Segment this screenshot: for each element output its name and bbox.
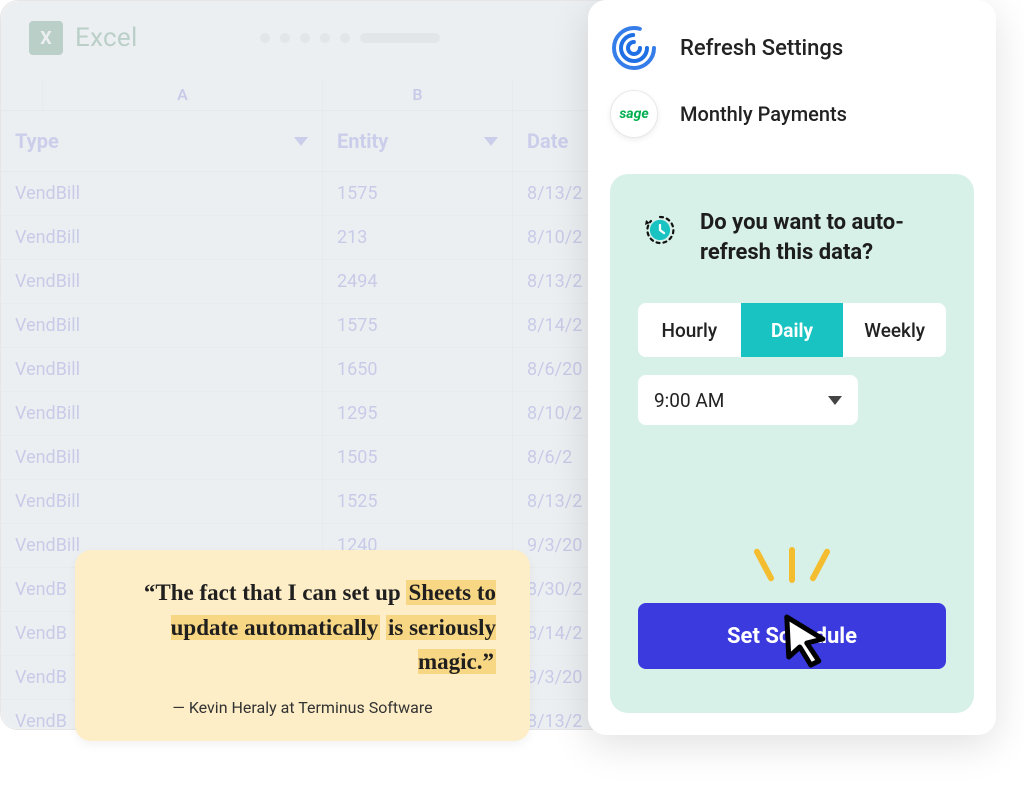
cell-entity: 1505 <box>323 436 513 479</box>
set-schedule-button[interactable]: Set Schedule <box>638 603 946 669</box>
header-type[interactable]: Type <box>1 111 323 171</box>
time-value: 9:00 AM <box>654 389 724 412</box>
testimonial-card: “The fact that I can set up Sheets to up… <box>75 550 530 741</box>
sort-icon <box>294 137 308 146</box>
cta-label: Set Schedule <box>727 624 857 649</box>
coefficient-logo-icon <box>610 24 658 72</box>
frequency-option-daily[interactable]: Daily <box>741 303 844 357</box>
attention-burst-icon <box>761 547 823 583</box>
cell-entity: 2494 <box>323 260 513 303</box>
testimonial-quote: “The fact that I can set up Sheets to up… <box>109 576 496 680</box>
cell-entity: 1650 <box>323 348 513 391</box>
cell-entity: 1575 <box>323 172 513 215</box>
cell-type: VendBill <box>1 480 323 523</box>
frequency-segmented-control: Hourly Daily Weekly <box>638 303 946 357</box>
cell-type: VendBill <box>1 348 323 391</box>
chevron-down-icon <box>828 396 842 405</box>
sort-icon <box>484 137 498 146</box>
cell-type: VendBill <box>1 392 323 435</box>
auto-refresh-question: Do you want to auto-refresh this data? <box>700 208 946 267</box>
frequency-option-hourly[interactable]: Hourly <box>638 303 741 357</box>
column-letter: A <box>43 79 323 110</box>
cell-entity: 1295 <box>323 392 513 435</box>
sage-icon: sage <box>610 90 658 138</box>
testimonial-attribution: — Kevin Heraly at Terminus Software <box>109 698 496 717</box>
cell-type: VendBill <box>1 304 323 347</box>
data-source-row: sage Monthly Payments <box>610 90 974 138</box>
frequency-option-weekly[interactable]: Weekly <box>843 303 946 357</box>
spreadsheet-app-name: Excel <box>75 23 138 53</box>
cell-entity: 1575 <box>323 304 513 347</box>
header-entity[interactable]: Entity <box>323 111 513 171</box>
cell-entity: 1525 <box>323 480 513 523</box>
cell-type: VendBill <box>1 216 323 259</box>
time-select[interactable]: 9:00 AM <box>638 375 858 425</box>
auto-refresh-card: Do you want to auto-refresh this data? H… <box>610 174 974 713</box>
cell-type: VendBill <box>1 436 323 479</box>
cell-type: VendBill <box>1 260 323 303</box>
column-letter: B <box>323 79 513 110</box>
panel-header: Refresh Settings <box>610 24 974 72</box>
cell-entity: 213 <box>323 216 513 259</box>
header-label: Type <box>15 129 59 153</box>
refresh-settings-panel: Refresh Settings sage Monthly Payments D… <box>588 0 996 735</box>
header-label: Entity <box>337 129 388 153</box>
cell-type: VendBill <box>1 172 323 215</box>
data-source-name: Monthly Payments <box>680 102 847 126</box>
header-label: Date <box>527 129 568 153</box>
excel-icon <box>29 21 63 55</box>
panel-title: Refresh Settings <box>680 36 843 61</box>
toolbar-skeleton <box>260 33 440 43</box>
schedule-icon <box>638 208 682 252</box>
